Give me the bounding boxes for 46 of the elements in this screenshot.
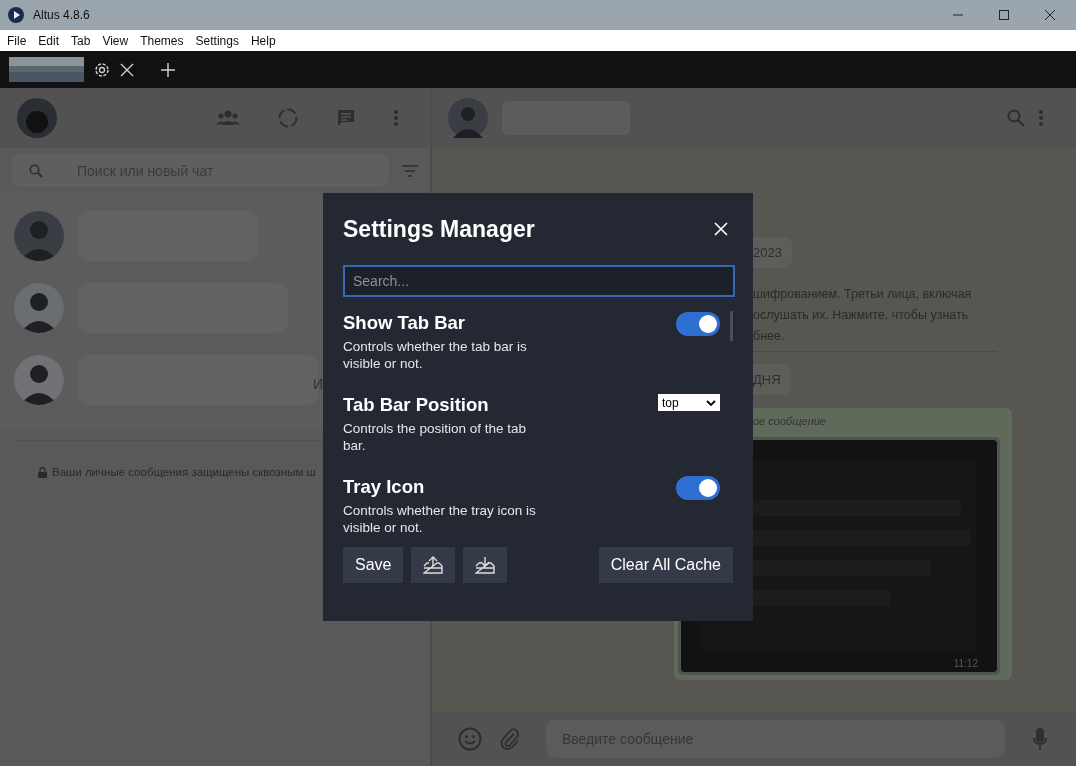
setting-description: Controls the position of the tab bar.	[343, 420, 528, 454]
clear-cache-button[interactable]: Clear All Cache	[598, 547, 733, 583]
avatar[interactable]	[448, 98, 488, 138]
menu-icon[interactable]	[1039, 110, 1043, 126]
paperclip-icon[interactable]	[500, 728, 520, 750]
search-field[interactable]: Search...	[343, 265, 735, 297]
message-time: 11:12	[953, 658, 978, 669]
menu-item[interactable]: Edit	[38, 33, 60, 48]
lock-icon	[38, 466, 47, 478]
setting-description: Controls whether the tab bar is visible or not.	[343, 338, 528, 372]
emoji-icon[interactable]	[458, 727, 482, 751]
menu-item[interactable]: Themes	[140, 33, 184, 48]
maximize-icon[interactable]	[998, 9, 1010, 21]
dialog-title: Settings Manager	[343, 215, 535, 243]
plus-icon[interactable]	[161, 62, 175, 77]
toggle-switch[interactable]	[676, 312, 720, 336]
dropdown[interactable]: top	[658, 394, 720, 411]
toggle-switch[interactable]	[676, 476, 720, 500]
export-button[interactable]	[411, 547, 456, 583]
window-title: Altus 4.8.6	[33, 8, 90, 22]
save-button[interactable]: Save	[343, 547, 404, 583]
search-icon	[29, 164, 43, 178]
new-chat-icon[interactable]	[336, 108, 356, 128]
chevron-icon	[706, 399, 716, 406]
import-button[interactable]	[463, 547, 508, 583]
menu-item[interactable]: Tab	[71, 33, 91, 48]
settings-icon[interactable]	[93, 60, 111, 79]
status-icon[interactable]	[278, 108, 298, 128]
setting-label: Show Tab Bar	[343, 311, 466, 335]
menu-item[interactable]: Help	[250, 33, 276, 48]
avatar[interactable]	[17, 98, 57, 138]
search-icon[interactable]	[1007, 109, 1025, 127]
menu-icon[interactable]	[394, 110, 398, 126]
menu-item[interactable]: File	[7, 33, 27, 48]
menu-item[interactable]: Settings	[195, 33, 239, 48]
microphone-icon[interactable]	[1033, 728, 1047, 750]
menu-item[interactable]: View	[102, 33, 129, 48]
community-icon[interactable]	[216, 110, 240, 126]
filter-icon[interactable]	[402, 164, 418, 177]
setting-description: Controls whether the tray icon is visible or not.	[343, 502, 537, 536]
upload-icon	[423, 556, 444, 574]
download-icon	[475, 556, 496, 574]
app-logo-icon	[8, 7, 24, 23]
setting-label: Tab Bar Position	[343, 393, 490, 417]
setting-label: Tray Icon	[343, 475, 426, 499]
close-icon[interactable]	[1044, 9, 1056, 21]
